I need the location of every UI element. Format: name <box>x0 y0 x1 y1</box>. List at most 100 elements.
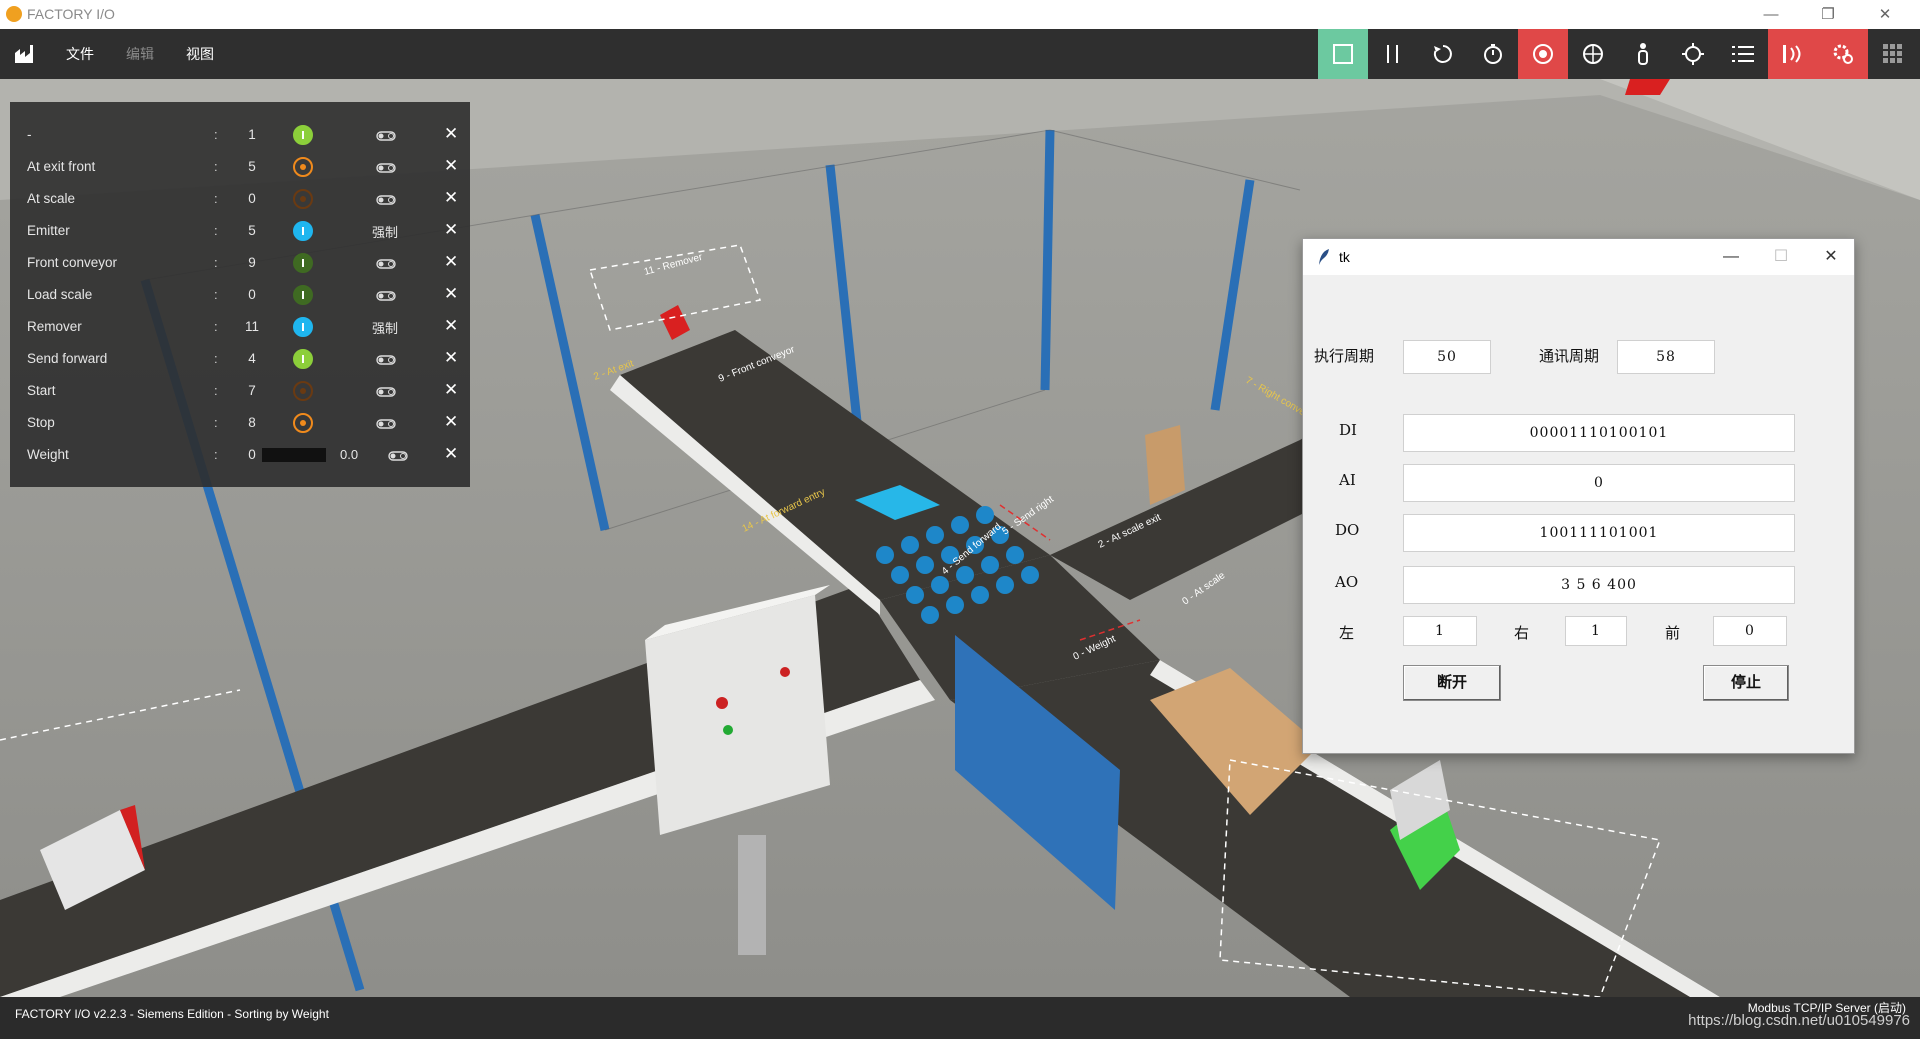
force-toggle-icon[interactable] <box>376 131 396 141</box>
camera-fly-button[interactable] <box>1568 29 1618 79</box>
sensors-button[interactable] <box>1768 29 1818 79</box>
tag-state-indicator-icon[interactable] <box>293 221 313 241</box>
menu-edit[interactable]: 编辑 <box>126 44 154 64</box>
tag-name: At exit front <box>27 159 96 174</box>
tk-title-bar[interactable]: tk — ☐ ✕ <box>1303 239 1854 275</box>
camera-orbit-button[interactable] <box>1518 29 1568 79</box>
indicator-bar <box>302 355 304 363</box>
tk-maximize-button[interactable]: ☐ <box>1758 239 1804 275</box>
weight-bar[interactable] <box>262 448 326 462</box>
comm-period-field[interactable]: 58 <box>1617 340 1715 374</box>
tag-separator: : <box>214 159 218 174</box>
indicator-bar <box>302 259 304 267</box>
stop-sim-button[interactable]: 停止 <box>1703 665 1789 701</box>
menu-view[interactable]: 视图 <box>186 44 214 64</box>
camera-first-person-button[interactable] <box>1618 29 1668 79</box>
right-field[interactable]: 1 <box>1565 616 1627 646</box>
sensors-icon <box>1783 45 1801 63</box>
force-toggle-icon[interactable] <box>388 451 408 461</box>
remove-tag-icon[interactable]: ✕ <box>444 124 458 144</box>
remove-tag-icon[interactable]: ✕ <box>444 412 458 432</box>
restore-button[interactable]: ❐ <box>1805 0 1851 29</box>
di-field[interactable]: 00001110100101 <box>1403 414 1795 452</box>
force-toggle-icon[interactable] <box>376 163 396 173</box>
tag-row[interactable]: Load scale: 0 ✕ <box>10 279 470 311</box>
tag-row[interactable]: -: 1 ✕ <box>10 119 470 151</box>
tk-close-button[interactable]: ✕ <box>1808 239 1854 275</box>
di-label: DI <box>1339 421 1357 439</box>
tag-state-indicator-icon[interactable] <box>293 125 313 145</box>
tag-row[interactable]: Remover: 11 强制 ✕ <box>10 311 470 343</box>
remove-tag-icon[interactable]: ✕ <box>444 380 458 400</box>
left-field[interactable]: 1 <box>1403 616 1477 646</box>
tag-address: 4 <box>248 351 256 366</box>
do-field[interactable]: 100111101001 <box>1403 514 1795 552</box>
tag-state-indicator-icon[interactable] <box>293 317 313 337</box>
do-label: DO <box>1335 521 1360 539</box>
target-button[interactable] <box>1668 29 1718 79</box>
tag-row[interactable]: Front conveyor: 9 ✕ <box>10 247 470 279</box>
remove-tag-icon[interactable]: ✕ <box>444 284 458 304</box>
tag-state-indicator-icon[interactable] <box>293 189 313 209</box>
exec-period-field[interactable]: 50 <box>1403 340 1491 374</box>
stop-icon <box>1333 44 1353 64</box>
app-info-text: FACTORY I/O v2.2.3 - Siemens Edition - S… <box>15 1007 329 1021</box>
force-toggle-icon[interactable] <box>376 387 396 397</box>
tk-minimize-button[interactable]: — <box>1708 239 1754 275</box>
stop-button[interactable] <box>1318 29 1368 79</box>
remove-tag-icon[interactable]: ✕ <box>444 156 458 176</box>
factory-icon[interactable] <box>14 43 36 65</box>
close-button[interactable]: ✕ <box>1862 0 1908 29</box>
camera-first-person-icon <box>1638 43 1648 65</box>
front-field[interactable]: 0 <box>1713 616 1787 646</box>
tag-row[interactable]: Stop: 8 ✕ <box>10 407 470 439</box>
tag-name: Stop <box>27 415 55 430</box>
reset-icon <box>1433 45 1452 63</box>
tag-name: Weight <box>27 447 69 462</box>
force-toggle-icon[interactable] <box>376 355 396 365</box>
remove-tag-icon[interactable]: ✕ <box>444 188 458 208</box>
tag-state-indicator-icon[interactable] <box>293 253 313 273</box>
force-toggle-icon[interactable] <box>376 195 396 205</box>
tag-separator: : <box>214 287 218 302</box>
watermark-text: https://blog.csdn.net/u010549976 <box>1688 1012 1910 1029</box>
menu-file[interactable]: 文件 <box>66 44 94 64</box>
minimize-button[interactable]: — <box>1748 0 1794 29</box>
force-label[interactable]: 强制 <box>362 318 408 337</box>
tag-row[interactable]: Weight: 0 0.0 ✕ <box>10 439 470 471</box>
remove-tag-icon[interactable]: ✕ <box>444 252 458 272</box>
force-toggle-icon[interactable] <box>376 259 396 269</box>
tag-state-indicator-icon[interactable] <box>293 157 313 177</box>
grid-button[interactable] <box>1868 29 1918 79</box>
tag-row[interactable]: Start: 7 ✕ <box>10 375 470 407</box>
tag-state-indicator-icon[interactable] <box>293 285 313 305</box>
tag-row[interactable]: Send forward: 4 ✕ <box>10 343 470 375</box>
force-toggle-icon[interactable] <box>376 419 396 429</box>
tag-row[interactable]: Emitter: 5 强制 ✕ <box>10 215 470 247</box>
comm-period-label: 通讯周期 <box>1539 347 1600 365</box>
force-label[interactable]: 强制 <box>362 222 408 241</box>
remove-tag-icon[interactable]: ✕ <box>444 348 458 368</box>
timer-icon <box>1484 44 1502 64</box>
disconnect-button[interactable]: 断开 <box>1403 665 1501 701</box>
tag-address: 1 <box>248 127 256 142</box>
pause-button[interactable] <box>1368 29 1418 79</box>
timer-button[interactable] <box>1468 29 1518 79</box>
remove-tag-icon[interactable]: ✕ <box>444 444 458 464</box>
tag-state-indicator-icon[interactable] <box>293 413 313 433</box>
list-button[interactable] <box>1718 29 1768 79</box>
tag-row[interactable]: At scale: 0 ✕ <box>10 183 470 215</box>
tag-separator: : <box>214 319 218 334</box>
ai-field[interactable]: 0 <box>1403 464 1795 502</box>
force-toggle-icon[interactable] <box>376 291 396 301</box>
ao-field[interactable]: 3 5 6 400 <box>1403 566 1795 604</box>
remove-tag-icon[interactable]: ✕ <box>444 220 458 240</box>
remove-tag-icon[interactable]: ✕ <box>444 316 458 336</box>
tag-name: At scale <box>27 191 76 206</box>
tag-row[interactable]: At exit front: 5 ✕ <box>10 151 470 183</box>
drivers-button[interactable] <box>1818 29 1868 79</box>
tag-state-indicator-icon[interactable] <box>293 349 313 369</box>
reset-button[interactable] <box>1418 29 1468 79</box>
tag-state-indicator-icon[interactable] <box>293 381 313 401</box>
tag-separator: : <box>214 191 218 206</box>
